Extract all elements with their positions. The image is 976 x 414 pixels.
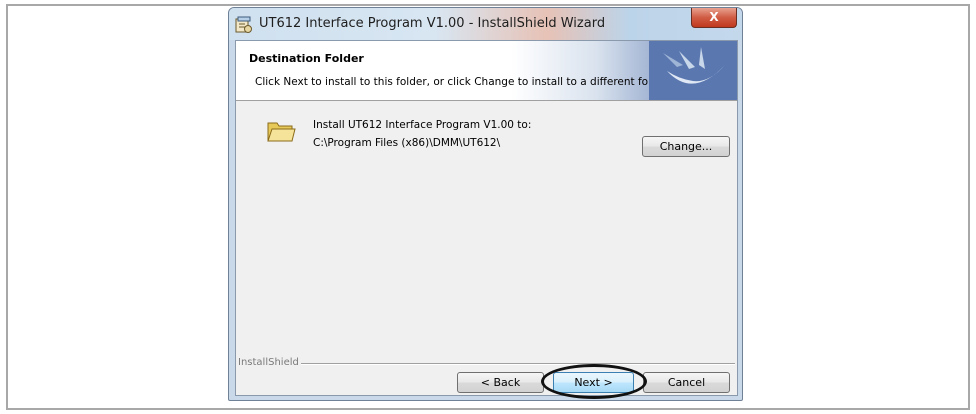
- page-title: Destination Folder: [249, 52, 364, 65]
- change-button[interactable]: Change...: [642, 136, 730, 157]
- back-button[interactable]: < Back: [457, 372, 544, 393]
- install-destination-label: Install UT612 Interface Program V1.00 to…: [313, 119, 532, 131]
- close-button[interactable]: X: [691, 8, 737, 28]
- window-title: UT612 Interface Program V1.00 - InstallS…: [259, 16, 606, 31]
- page-description: Click Next to install to this folder, or…: [255, 76, 671, 88]
- installshield-logo-icon: [649, 41, 737, 100]
- folder-icon: [267, 122, 296, 142]
- wizard-client-area: Destination Folder Click Next to install…: [235, 40, 738, 399]
- installshield-brand: InstallShield: [238, 357, 299, 368]
- installer-icon: [235, 16, 252, 33]
- footer-divider: [301, 363, 735, 365]
- header-banner: Destination Folder Click Next to install…: [236, 41, 737, 101]
- cancel-button[interactable]: Cancel: [643, 372, 730, 393]
- installshield-wizard-window: UT612 Interface Program V1.00 - InstallS…: [228, 7, 743, 401]
- install-path: C:\Program Files (x86)\DMM\UT612\: [313, 137, 501, 149]
- title-bar[interactable]: UT612 Interface Program V1.00 - InstallS…: [229, 8, 742, 40]
- close-icon: X: [709, 10, 719, 24]
- next-button[interactable]: Next >: [553, 372, 634, 393]
